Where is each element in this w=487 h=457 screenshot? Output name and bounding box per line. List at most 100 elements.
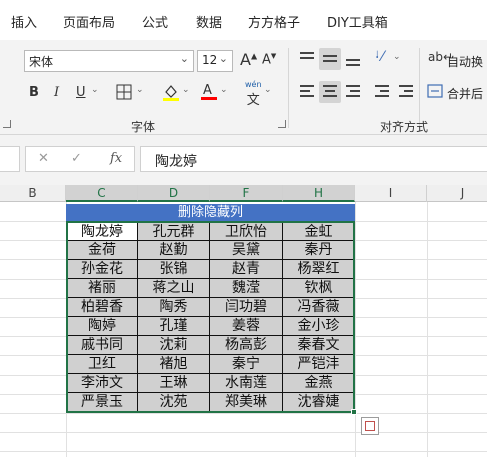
column-header-d[interactable]: D [138,185,210,202]
table-cell[interactable]: 沈莉 [138,336,210,355]
grow-font-button[interactable]: A▲ [240,50,257,69]
table-cell[interactable]: 秦春文 [283,336,355,355]
ribbon-tabs: 插入 页面布局 公式 数据 方方格子 DIY工具箱 [0,0,487,40]
table-cell[interactable]: 戚书同 [66,336,138,355]
merge-center-button[interactable]: 合并后 [447,85,483,102]
table-cell[interactable]: 杨翠红 [283,260,355,279]
table-cell[interactable]: 陶秀 [138,298,210,317]
phonetic-button[interactable]: wén 文 [245,80,262,108]
table-cell[interactable]: 沈睿婕 [283,393,355,412]
fill-color-button[interactable] [162,82,180,106]
font-size-value: 12 [202,53,218,67]
align-right-button[interactable] [344,83,362,101]
formula-input[interactable]: 陶龙婷 [140,146,487,172]
table-cell[interactable]: 严景玉 [66,393,138,412]
underline-dropdown-icon[interactable]: ⌄ [91,85,99,95]
font-group-label: 字体 [131,120,156,134]
name-box[interactable] [0,146,20,172]
table-title[interactable]: 删除隐藏列 [66,204,355,222]
table-cell[interactable]: 吴黛 [210,241,283,260]
worksheet-grid[interactable]: B C D F H I J 删除隐藏列 陶龙婷 孔元群 卫欣怡 金虹金荷 赵勤 吴黛 秦丹孙… [0,185,487,457]
chevron-down-icon[interactable]: ⌄ [220,85,228,95]
font-name-dropdown[interactable]: 宋体 ⌄ [24,50,194,72]
table-cell[interactable]: 金荷 [66,241,138,260]
tab-insert[interactable]: 插入 [11,12,37,31]
bold-button[interactable]: B [29,85,39,100]
table-cell[interactable]: 钦枫 [283,279,355,298]
chevron-down-icon: ⌄ [218,52,228,65]
table-cell[interactable]: 魏滢 [210,279,283,298]
tab-diy-toolbox[interactable]: DIY工具箱 [327,12,388,31]
underline-button[interactable]: U [76,85,86,100]
table-cell[interactable]: 陶婷 [66,317,138,336]
chevron-down-icon[interactable]: ⌄ [136,85,144,95]
tab-page-layout[interactable]: 页面布局 [63,12,115,31]
table-cell[interactable]: 冯香薇 [283,298,355,317]
table-cell[interactable]: 孙金花 [66,260,138,279]
increase-indent-button[interactable] [397,83,415,101]
font-dialog-launcher-icon[interactable] [278,120,286,128]
shrink-font-button[interactable]: A▼ [262,52,276,67]
table-cell[interactable]: 金燕 [283,374,355,393]
clipboard-dialog-launcher-icon[interactable] [3,120,11,128]
table-cell[interactable]: 张锦 [138,260,210,279]
table-cell[interactable]: 卫欣怡 [210,222,283,241]
column-header-b[interactable]: B [0,185,66,202]
align-middle-button[interactable] [319,48,341,70]
align-left-button[interactable] [298,83,316,101]
chevron-down-icon[interactable]: ⌄ [393,52,401,62]
decrease-indent-button[interactable] [373,83,391,101]
font-color-button[interactable]: A [200,81,218,105]
align-center-button[interactable] [319,81,341,103]
confirm-icon[interactable]: ✓ [71,151,82,166]
formula-buttons: ✕ ✓ fx [25,146,135,172]
column-header-f[interactable]: F [210,185,283,202]
table-cell[interactable]: 王琳 [138,374,210,393]
cancel-icon[interactable]: ✕ [38,151,49,166]
table-cell[interactable]: 沈苑 [138,393,210,412]
table-cell[interactable]: 水南莲 [210,374,283,393]
wrap-text-button[interactable]: 自动换 [447,53,483,70]
table-cell[interactable]: 孔元群 [138,222,210,241]
table-cell[interactable]: 李沛文 [66,374,138,393]
table-cell[interactable]: 金虹 [283,222,355,241]
borders-button[interactable] [116,84,132,104]
table-cell[interactable]: 卫红 [66,355,138,374]
tab-formulas[interactable]: 公式 [142,12,168,31]
table-cell[interactable]: 褚旭 [138,355,210,374]
table-cell[interactable]: 柏碧香 [66,298,138,317]
table-cell[interactable]: 严铠沣 [283,355,355,374]
chevron-down-icon[interactable]: ⌄ [182,85,190,95]
table-cell[interactable]: 闫功碧 [210,298,283,317]
insert-function-icon[interactable]: fx [110,151,122,166]
fill-handle[interactable] [351,409,357,415]
font-size-dropdown[interactable]: 12 ⌄ [197,50,233,72]
chevron-down-icon[interactable]: ⌄ [264,85,272,95]
table-cell[interactable]: 褚丽 [66,279,138,298]
table-cell[interactable]: 秦丹 [283,241,355,260]
italic-button[interactable]: I [54,85,59,100]
column-header-c[interactable]: C [66,185,138,202]
table-cell[interactable]: 秦宁 [210,355,283,374]
tab-data[interactable]: 数据 [196,12,222,31]
table-cell[interactable]: 金小珍 [283,317,355,336]
column-headers: B C D F H I J [0,185,487,202]
table-cell[interactable]: 蒋之山 [138,279,210,298]
column-header-j[interactable]: J [427,185,487,202]
quick-analysis-button[interactable] [361,417,379,435]
ribbon-separator [288,48,289,128]
table-cell[interactable]: 赵青 [210,260,283,279]
orientation-icon[interactable]: ᛍ⁄ [373,49,384,65]
align-top-button[interactable] [298,50,316,68]
tab-fangfang[interactable]: 方方格子 [248,12,300,31]
column-header-h[interactable]: H [283,185,355,202]
align-bottom-button[interactable] [344,50,362,68]
alignment-group-label: 对齐方式 [380,120,429,134]
table-cell[interactable]: 姜蓉 [210,317,283,336]
table-cell[interactable]: 赵勤 [138,241,210,260]
table-cell[interactable]: 陶龙婷 [66,222,138,241]
table-cell[interactable]: 孔瑾 [138,317,210,336]
table-cell[interactable]: 杨高彭 [210,336,283,355]
column-header-i[interactable]: I [355,185,427,202]
table-cell[interactable]: 郑美琳 [210,393,283,412]
